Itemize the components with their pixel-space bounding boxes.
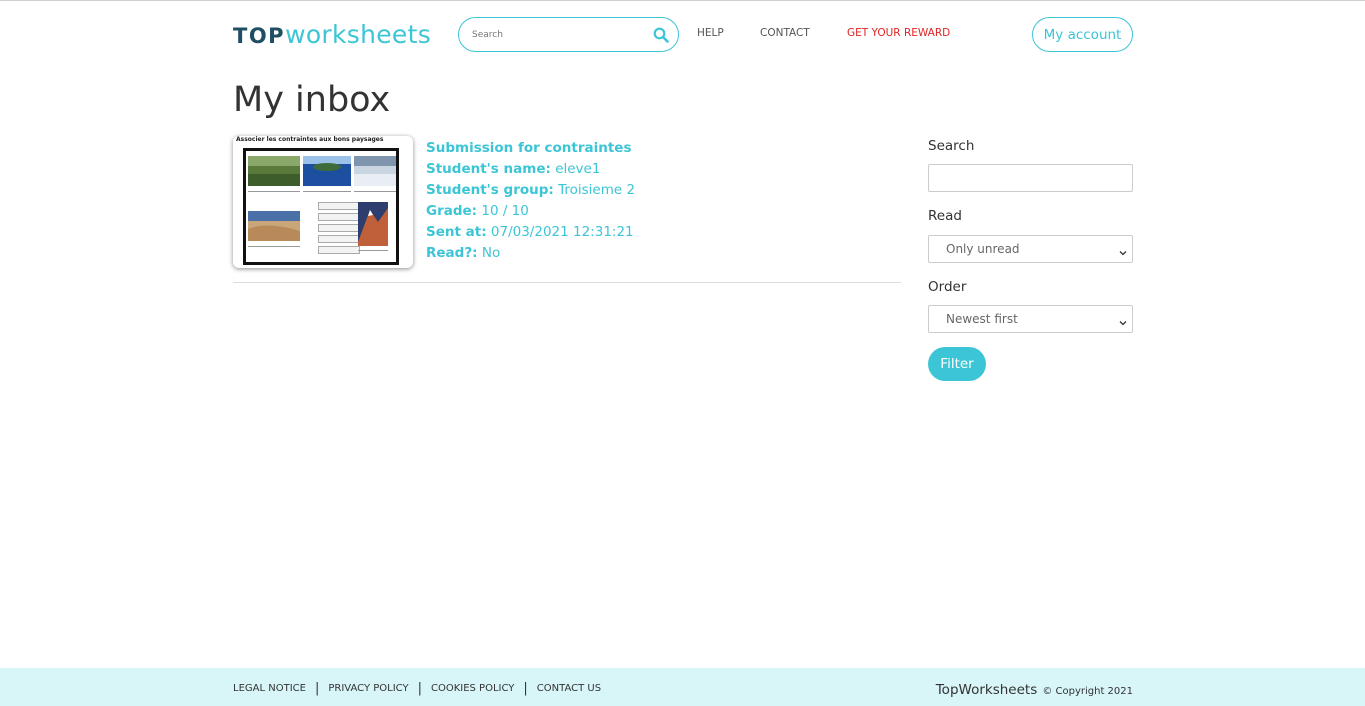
header-search xyxy=(458,17,679,52)
read-filter-selected: Only unread xyxy=(946,242,1020,256)
submission-details: Submission for contraintes Student's nam… xyxy=(426,138,635,264)
footer-separator: | xyxy=(314,681,320,696)
answer-line xyxy=(248,191,300,192)
order-filter-selected: Newest first xyxy=(946,312,1018,326)
footer-contact-us-link[interactable]: CONTACT US xyxy=(537,683,601,694)
header-search-input[interactable] xyxy=(459,19,644,50)
answer-line xyxy=(303,191,351,192)
footer-links: LEGAL NOTICE | PRIVACY POLICY | COOKIES … xyxy=(233,681,601,696)
read-status-row: Read?: No xyxy=(426,245,501,261)
answer-line xyxy=(248,246,300,247)
word-box xyxy=(318,213,360,221)
logo-top-text: TOP xyxy=(233,24,286,48)
student-group-row: Student's group: Troisieme 2 xyxy=(426,182,636,198)
footer-separator: | xyxy=(523,681,528,696)
footer-privacy-policy-link[interactable]: PRIVACY POLICY xyxy=(328,683,408,694)
footer-separator: | xyxy=(417,681,422,696)
submission-title-link[interactable]: Submission for contraintes xyxy=(426,140,631,156)
footer-cookies-policy-link[interactable]: COOKIES POLICY xyxy=(431,683,514,694)
student-name-value: eleve1 xyxy=(555,161,601,177)
read-filter-select[interactable]: Only unread xyxy=(928,235,1133,263)
student-name-row: Student's name: eleve1 xyxy=(426,161,601,177)
forest-image-icon xyxy=(248,156,300,186)
read-status-value: No xyxy=(481,245,501,261)
search-filter-input[interactable] xyxy=(928,164,1133,192)
search-icon[interactable] xyxy=(653,27,669,43)
nav-reward-link[interactable]: GET YOUR REWARD xyxy=(847,27,950,39)
logo-worksheets-text: worksheets xyxy=(285,20,432,49)
answer-line xyxy=(358,250,388,251)
answer-line xyxy=(354,191,396,192)
order-filter-select[interactable]: Newest first xyxy=(928,305,1133,333)
sent-at-value: 07/03/2021 12:31:21 xyxy=(490,224,634,240)
filter-button[interactable]: Filter xyxy=(928,347,986,381)
ice-image-icon xyxy=(354,156,396,186)
nav-help-link[interactable]: HELP xyxy=(697,27,724,39)
worksheet-thumbnail[interactable]: Associer les contraintes aux bons paysag… xyxy=(233,136,413,268)
island-image-icon xyxy=(303,156,351,186)
grade-value: 10 / 10 xyxy=(481,203,529,219)
copyright-text: © Copyright 2021 xyxy=(1042,686,1133,697)
student-group-value: Troisieme 2 xyxy=(558,182,636,198)
footer-copyright: TopWorksheets © Copyright 2021 xyxy=(936,679,1133,698)
chevron-down-icon xyxy=(1119,316,1127,326)
search-filter-label: Search xyxy=(928,138,975,154)
site-footer: LEGAL NOTICE | PRIVACY POLICY | COOKIES … xyxy=(0,668,1365,706)
word-box xyxy=(318,246,360,254)
thumbnail-frame xyxy=(243,148,399,265)
footer-legal-notice-link[interactable]: LEGAL NOTICE xyxy=(233,683,306,694)
site-header: TOP worksheets HELP CONTACT GET YOUR REW… xyxy=(0,0,1365,70)
sent-at-row: Sent at: 07/03/2021 12:31:21 xyxy=(426,224,634,240)
nav-contact-link[interactable]: CONTACT xyxy=(760,27,810,39)
thumbnail-title: Associer les contraintes aux bons paysag… xyxy=(236,136,384,143)
word-box xyxy=(318,202,360,210)
my-account-button[interactable]: My account xyxy=(1032,17,1133,52)
mountain-image-icon xyxy=(358,202,388,246)
grade-row: Grade: 10 / 10 xyxy=(426,203,529,219)
order-filter-label: Order xyxy=(928,279,967,295)
page-title: My inbox xyxy=(233,80,391,120)
chevron-down-icon xyxy=(1119,246,1127,256)
desert-image-icon xyxy=(248,211,300,241)
site-logo[interactable]: TOP worksheets xyxy=(233,20,431,52)
read-filter-label: Read xyxy=(928,208,962,224)
word-box xyxy=(318,224,360,232)
inbox-item: Associer les contraintes aux bons paysag… xyxy=(233,136,901,283)
word-box xyxy=(318,235,360,243)
footer-brand: TopWorksheets xyxy=(935,682,1038,698)
